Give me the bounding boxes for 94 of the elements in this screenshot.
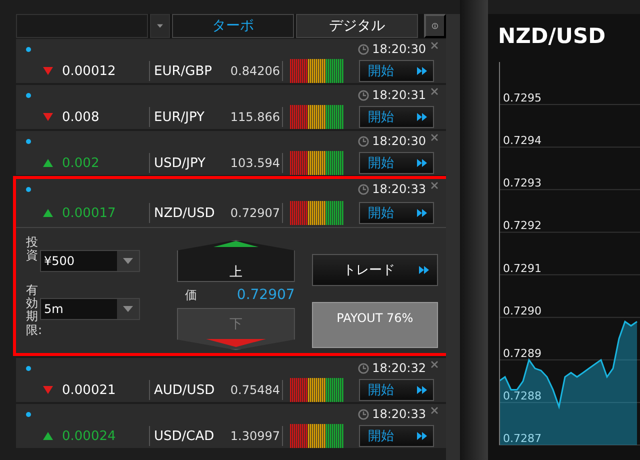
start-button[interactable]: 開始 (359, 425, 434, 447)
currency-pair: AUD/USD (154, 382, 216, 398)
clock-icon (358, 90, 370, 100)
expiry-select[interactable]: 5m (40, 298, 140, 320)
current-price: 0.72907 (236, 287, 295, 303)
close-icon[interactable] (431, 134, 438, 141)
price: 0.75484 (229, 383, 280, 397)
up-button[interactable]: 上 (176, 240, 295, 282)
tick-label: 0.7288 (503, 389, 542, 402)
currency-pair: EUR/JPY (154, 110, 206, 124)
tick-label: 0.7293 (503, 176, 542, 190)
expiry-time: 18:20:32 (372, 361, 426, 375)
tab[interactable]: ターボ (172, 14, 294, 38)
start-button[interactable]: 開始 (359, 106, 434, 128)
tick-label: 0.7294 (503, 134, 542, 148)
clock-icon (358, 362, 370, 374)
price-change: 0.00021 (62, 382, 117, 398)
double-chevron-icon (419, 266, 429, 274)
status-dot-icon (26, 412, 31, 416)
chart-title: NZD/USD (498, 24, 607, 50)
price-change: 0.008 (62, 110, 100, 124)
price-change: 0.00024 (62, 428, 117, 444)
down-triangle-icon (206, 339, 266, 347)
caret-icon (123, 306, 133, 312)
expiry-time: 18:20:33 (372, 182, 426, 196)
trade-button[interactable]: トレード (312, 254, 438, 286)
price-label: 価 (184, 286, 197, 304)
close-icon[interactable] (431, 182, 438, 189)
price: 115.866 (229, 110, 280, 124)
meter-icon (290, 378, 344, 402)
tab[interactable]: デジタル (296, 14, 418, 38)
list-row[interactable]: 18:20:33 0.00024 USD/CAD 1.30997 開始 (16, 404, 446, 448)
currency-pair: NZD/USD (154, 206, 216, 220)
status-dot-icon (26, 46, 31, 52)
info-button[interactable] (424, 14, 446, 38)
close-icon[interactable] (431, 361, 438, 368)
status-dot-icon (26, 92, 31, 98)
price-change: 0.002 (62, 156, 100, 170)
close-icon[interactable] (431, 88, 438, 95)
close-icon[interactable] (431, 42, 438, 49)
tick-label: 0.7295 (503, 92, 542, 105)
price-change: 0.00012 (62, 64, 117, 78)
clock-icon (358, 136, 370, 146)
filter-field[interactable] (16, 14, 148, 38)
caret-icon (157, 23, 163, 29)
status-dot-icon (26, 366, 31, 370)
close-icon[interactable] (431, 407, 438, 414)
currency-pair: USD/CAD (154, 428, 216, 444)
meter-icon (290, 201, 344, 225)
double-chevron-icon (417, 159, 427, 167)
price-change: 0.00017 (62, 206, 117, 220)
field-label: 投資 (26, 236, 38, 264)
start-button[interactable]: 開始 (359, 379, 434, 401)
meter-icon (290, 151, 344, 175)
status-dot-icon (26, 186, 31, 192)
meter-icon (290, 105, 344, 129)
start-button[interactable]: 開始 (359, 152, 434, 174)
clock-icon (358, 184, 370, 194)
list-row[interactable]: 18:20:30 0.002 USD/JPY 103.594 開始 (16, 131, 446, 175)
double-chevron-icon (417, 209, 427, 217)
caret-icon (123, 258, 133, 264)
expiry-time: 18:20:30 (372, 42, 426, 56)
tick-label: 0.7292 (503, 219, 542, 232)
list-row[interactable]: 18:20:32 0.00021 AUD/USD 0.75484 開始 (16, 358, 446, 402)
price: 1.30997 (229, 429, 280, 443)
investment-select[interactable]: ¥500 (40, 250, 140, 272)
list-row[interactable]: 18:20:30 0.00012 EUR/GBP 0.84206 開始 (16, 39, 446, 83)
double-chevron-icon (417, 113, 427, 121)
price: 0.84206 (229, 64, 280, 78)
currency-pair: EUR/GBP (154, 64, 213, 78)
meter-icon (290, 424, 344, 448)
double-chevron-icon (417, 386, 427, 394)
status-dot-icon (26, 138, 31, 144)
currency-pair: USD/JPY (154, 156, 206, 170)
expiry-time: 18:20:31 (372, 88, 426, 102)
start-button[interactable]: 開始 (359, 60, 434, 82)
clock-icon (358, 44, 370, 54)
list-row[interactable]: 18:20:31 0.008 EUR/JPY 115.866 開始 (16, 85, 446, 129)
clock-icon (358, 408, 370, 420)
tick-label: 0.7289 (503, 346, 542, 360)
expiry-time: 18:20:33 (372, 407, 426, 421)
expiry-time: 18:20:30 (372, 134, 426, 148)
scrollbar[interactable] (446, 14, 460, 460)
double-chevron-icon (417, 432, 427, 440)
meter-icon (290, 59, 344, 83)
start-button[interactable]: 開始 (359, 202, 434, 224)
tick-label: 0.7290 (503, 304, 542, 318)
tick-label: 0.7287 (503, 432, 542, 445)
double-chevron-icon (417, 67, 427, 75)
price: 0.72907 (229, 206, 280, 220)
price: 103.594 (229, 156, 280, 170)
tick-label: 0.7291 (503, 262, 542, 275)
dropdown-button[interactable] (150, 14, 170, 38)
payout-panel: PAYOUT 76% (312, 302, 438, 348)
